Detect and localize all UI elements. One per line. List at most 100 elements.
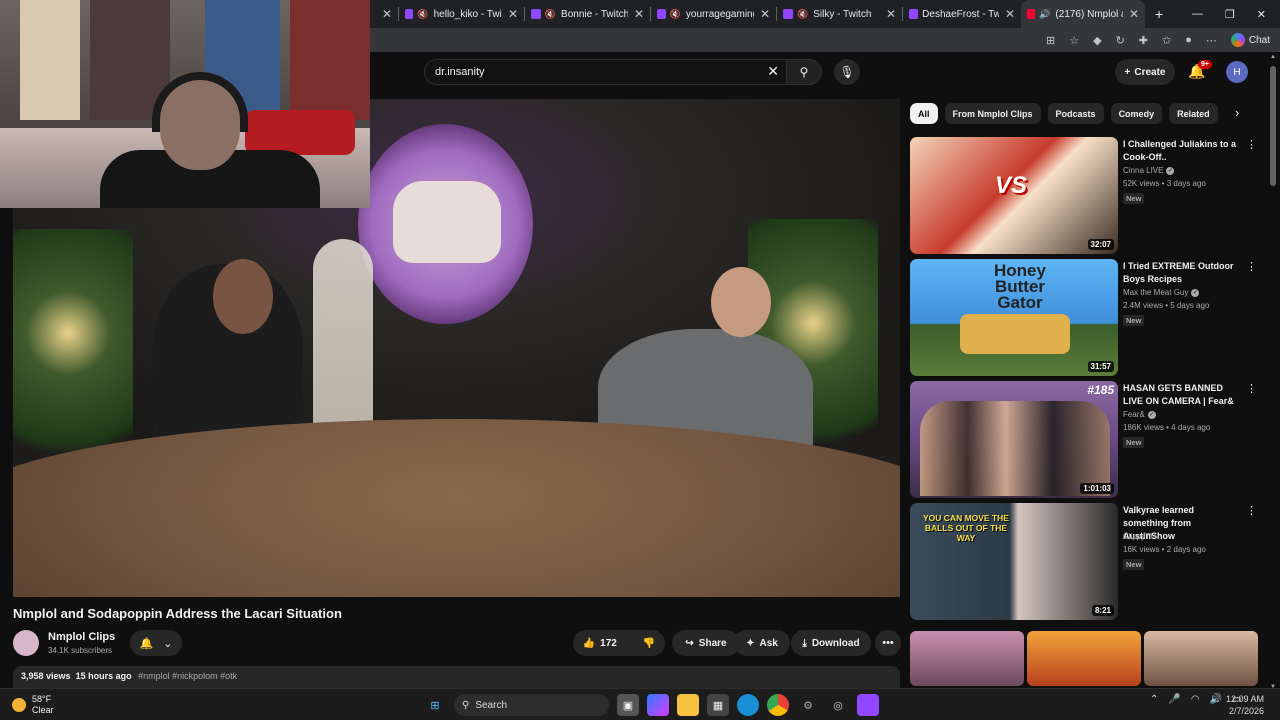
settings-gear-icon[interactable]: ⚙: [797, 694, 819, 716]
chip-comedy[interactable]: Comedy: [1110, 103, 1163, 124]
share-button[interactable]: ↪ Share: [672, 630, 740, 656]
wifi-icon[interactable]: ◠: [1191, 694, 1200, 705]
kebab-menu-icon[interactable]: ⋮: [1246, 138, 1257, 151]
weather-widget[interactable]: 58°F Clear: [12, 694, 54, 716]
mute-icon[interactable]: 🔇: [545, 9, 556, 20]
browser-tab[interactable]: 🔇 hello_kiko - Twitch ✕: [399, 0, 524, 28]
extension-icon[interactable]: ◆: [1093, 34, 1101, 47]
recommendation-title[interactable]: I Tried EXTREME Outdoor Boys Recipes: [1123, 260, 1239, 286]
kebab-menu-icon[interactable]: ⋮: [1246, 504, 1257, 517]
subscription-bell-button[interactable]: 🔔 ⌄: [130, 630, 182, 656]
recommendation-item[interactable]: #185 1:01:03 HASAN GETS BANNED LIVE ON C…: [910, 381, 1260, 499]
windows-start-icon[interactable]: ⊞: [424, 694, 446, 716]
minimize-icon[interactable]: —: [1192, 8, 1203, 21]
chrome-icon[interactable]: [767, 694, 789, 716]
refresh-icon[interactable]: ↻: [1116, 34, 1125, 47]
close-window-icon[interactable]: ✕: [1257, 8, 1266, 21]
channel-name[interactable]: Nmplol Clips: [48, 631, 115, 643]
new-tab-plus-icon[interactable]: +: [1145, 6, 1173, 22]
browser-tab[interactable]: 🔇 Silky - Twitch ✕: [777, 0, 902, 28]
recommendation-title[interactable]: I Challenged Juliakins to a Cook-Off..: [1123, 138, 1239, 164]
file-explorer-icon[interactable]: [677, 694, 699, 716]
browser-tab[interactable]: 🔇 Bonnie - Twitch ✕: [525, 0, 650, 28]
recommendation-channel[interactable]: Max the Meat Guy ✓: [1123, 288, 1200, 297]
sparkle-icon: ✦: [746, 637, 755, 649]
recommendation-item[interactable]: VS 32:07 I Challenged Juliakins to a Coo…: [910, 137, 1260, 255]
mic-tray-icon[interactable]: 🎤: [1168, 694, 1180, 705]
mute-icon[interactable]: 🔇: [670, 9, 681, 20]
close-icon[interactable]: ✕: [376, 7, 392, 21]
menu-dots-icon[interactable]: ⋯: [1206, 34, 1217, 47]
voice-search-button[interactable]: 🎙: [834, 59, 860, 85]
browser-tab[interactable]: DeshaeFrost - Twit ✕: [903, 0, 1021, 28]
close-icon[interactable]: ✕: [999, 7, 1015, 21]
recommendation-channel[interactable]: Fear& ✓: [1123, 410, 1156, 419]
channel-label: Max the Meat Guy: [1123, 288, 1189, 297]
search-button[interactable]: ⚲: [786, 59, 822, 85]
youtube-favicon-icon: [1027, 9, 1036, 19]
system-clock[interactable]: 12:09 AM 2/7/2026: [1226, 693, 1264, 717]
close-icon[interactable]: ✕: [502, 7, 518, 21]
kebab-menu-icon[interactable]: ⋮: [1246, 382, 1257, 395]
recommendation-channel[interactable]: Cinna LIVE ✓: [1123, 166, 1175, 175]
scrollbar-thumb[interactable]: [1270, 66, 1276, 186]
video-thumbnail[interactable]: Honey Butter Gator 31:57: [910, 259, 1118, 376]
copilot-chat-button[interactable]: Chat: [1230, 33, 1270, 47]
chip-from-channel[interactable]: From Nmplol Clips: [944, 103, 1041, 124]
app-icon[interactable]: ◎: [827, 694, 849, 716]
mute-icon[interactable]: 🔇: [417, 9, 428, 20]
chip-podcasts[interactable]: Podcasts: [1047, 103, 1104, 124]
store-icon[interactable]: ▦: [707, 694, 729, 716]
short-thumbnail[interactable]: [910, 631, 1024, 686]
create-button[interactable]: + Create: [1115, 59, 1175, 85]
more-actions-button[interactable]: •••: [875, 630, 901, 656]
browser-tab-active[interactable]: 🔊 (2176) Nmplol and ✕: [1021, 0, 1145, 28]
task-view-icon[interactable]: ▣: [617, 694, 639, 716]
edge-icon[interactable]: [737, 694, 759, 716]
kebab-menu-icon[interactable]: ⋮: [1246, 260, 1257, 273]
twitch-app-icon[interactable]: [857, 694, 879, 716]
bookmark-star-icon[interactable]: ☆: [1069, 34, 1079, 47]
profile-icon[interactable]: ●: [1185, 34, 1192, 46]
close-icon[interactable]: ✕: [628, 7, 644, 21]
clear-search-icon[interactable]: ✕: [767, 63, 779, 80]
short-thumbnail[interactable]: [1027, 631, 1141, 686]
short-thumbnail[interactable]: [1144, 631, 1258, 686]
page-scrollbar[interactable]: ▲ ▼: [1270, 54, 1276, 690]
description-box[interactable]: 3,958 views 15 hours ago #nmplol #nickpo…: [13, 666, 900, 688]
search-input[interactable]: dr.insanity ✕: [424, 59, 792, 85]
chip-all[interactable]: All: [910, 103, 938, 124]
scroll-up-arrow-icon[interactable]: ▲: [1270, 54, 1276, 60]
tray-chevron-up-icon[interactable]: ⌃: [1150, 694, 1158, 705]
close-icon[interactable]: ✕: [754, 7, 770, 21]
install-app-icon[interactable]: ⊞: [1046, 34, 1055, 47]
recommendation-title[interactable]: HASAN GETS BANNED LIVE ON CAMERA | Fear&: [1123, 382, 1239, 408]
recommendation-channel[interactable]: ClippyTV: [1123, 532, 1155, 541]
taskbar-search[interactable]: ⚲ Search: [454, 694, 609, 716]
video-thumbnail[interactable]: YOU CAN MOVE THE BALLS OUT OF THE WAY 8:…: [910, 503, 1118, 620]
browser-tab[interactable]: 🔇 yourragegaming - ✕: [651, 0, 776, 28]
ask-button[interactable]: ✦ Ask: [734, 630, 790, 656]
video-thumbnail[interactable]: VS 32:07: [910, 137, 1118, 254]
recommendation-item[interactable]: Honey Butter Gator 31:57 I Tried EXTREME…: [910, 259, 1260, 377]
favorites-icon[interactable]: ✩: [1162, 34, 1171, 47]
chip-related[interactable]: Related: [1169, 103, 1218, 124]
volume-icon[interactable]: 🔊: [1210, 694, 1222, 705]
close-icon[interactable]: ✕: [1123, 7, 1139, 21]
extensions-puzzle-icon[interactable]: ✚: [1139, 34, 1148, 47]
mute-icon[interactable]: 🔇: [797, 9, 808, 20]
like-button[interactable]: 👍: [583, 638, 595, 649]
recommendation-item[interactable]: YOU CAN MOVE THE BALLS OUT OF THE WAY 8:…: [910, 503, 1260, 621]
channel-avatar[interactable]: [13, 630, 39, 656]
dislike-button[interactable]: 👎: [643, 638, 655, 649]
account-avatar[interactable]: H: [1226, 61, 1248, 83]
hashtags[interactable]: #nmplol #nickpolom #otk: [138, 671, 237, 681]
video-thumbnail[interactable]: #185 1:01:03: [910, 381, 1118, 498]
speaker-icon[interactable]: 🔊: [1039, 9, 1050, 20]
download-button[interactable]: ⤓ Download: [791, 630, 871, 656]
restore-icon[interactable]: ❐: [1225, 8, 1235, 21]
tab-close-partial[interactable]: ✕: [370, 0, 398, 28]
copilot-icon[interactable]: [647, 694, 669, 716]
chevron-right-icon[interactable]: ›: [1235, 105, 1239, 120]
close-icon[interactable]: ✕: [880, 7, 896, 21]
